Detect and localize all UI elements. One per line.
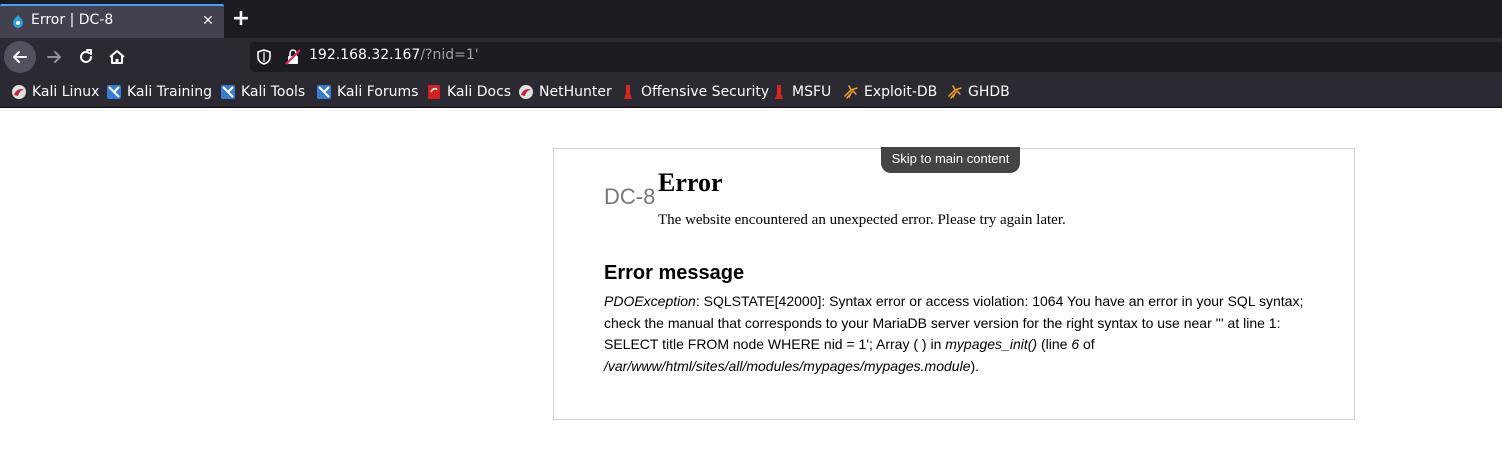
- error-file: /var/www/html/sites/all/modules/mypages/…: [604, 358, 971, 375]
- page-title: Error: [658, 168, 723, 197]
- bookmark-ghdb[interactable]: GHDB: [947, 83, 1010, 101]
- error-suffix: ).: [970, 358, 980, 375]
- bookmark-label: Exploit-DB: [864, 84, 938, 100]
- error-message-heading: Error message: [604, 262, 745, 284]
- home-icon: [109, 50, 125, 64]
- bookmark-kali-forums[interactable]: Kali Forums: [316, 83, 418, 101]
- back-button[interactable]: [4, 41, 36, 73]
- exception-name: PDOException: [604, 293, 696, 309]
- error-line: 6: [1071, 336, 1080, 353]
- url-text[interactable]: 192.168.32.167/?nid=1': [309, 47, 479, 63]
- offsec-icon: [624, 85, 632, 99]
- line-prefix: (line: [1037, 336, 1072, 353]
- close-tab-icon[interactable]: ✕: [199, 12, 217, 30]
- bookmark-kali-training[interactable]: Kali Training: [106, 83, 212, 101]
- tab-active[interactable]: Error | DC-8 ✕: [0, 4, 224, 38]
- kali-dragon-icon: [12, 85, 26, 99]
- bookmark-offensive-security[interactable]: Offensive Security: [620, 83, 769, 101]
- bookmark-label: Offensive Security: [641, 84, 770, 100]
- tab-title: Error | DC-8: [31, 12, 114, 28]
- kali-training-icon: [107, 85, 121, 99]
- bookmark-msfu[interactable]: MSFU: [771, 83, 831, 101]
- bookmark-label: NetHunter: [539, 84, 612, 100]
- reload-icon: [80, 49, 92, 63]
- bookmark-exploit-db[interactable]: Exploit-DB: [843, 83, 937, 101]
- insecure-lock-icon[interactable]: [285, 48, 301, 66]
- bookmark-kali-linux[interactable]: Kali Linux: [11, 83, 99, 101]
- bookmark-kali-tools[interactable]: Kali Tools: [220, 83, 305, 101]
- kali-forums-icon: [317, 85, 331, 99]
- msfu-icon: [775, 85, 783, 99]
- bookmark-label: GHDB: [968, 84, 1010, 100]
- home-button[interactable]: [101, 41, 133, 73]
- bookmark-label: Kali Forums: [337, 84, 419, 100]
- url-path: /?nid=1': [420, 47, 479, 63]
- kali-tools-icon: [221, 85, 235, 99]
- tracking-protection-shield-icon[interactable]: [256, 48, 272, 66]
- reload-button[interactable]: [70, 41, 102, 73]
- bookmark-label: Kali Linux: [32, 84, 100, 100]
- forward-arrow-icon: [47, 51, 61, 63]
- of-text: of: [1079, 336, 1095, 353]
- bookmark-label: Kali Tools: [241, 84, 306, 100]
- bookmark-label: Kali Training: [127, 84, 212, 100]
- kali-docs-icon: [428, 85, 440, 99]
- forward-button[interactable]: [38, 41, 70, 73]
- back-arrow-icon: [13, 51, 27, 63]
- drupal-favicon-icon: [13, 15, 23, 28]
- bookmark-nethunter[interactable]: NetHunter: [518, 83, 612, 101]
- error-description: The website encountered an unexpected er…: [658, 212, 1066, 228]
- site-name[interactable]: DC-8: [604, 184, 655, 210]
- ghdb-icon: [948, 85, 962, 99]
- exploit-db-icon: [844, 85, 858, 99]
- bookmark-label: MSFU: [792, 84, 832, 100]
- url-host: 192.168.32.167: [309, 47, 421, 63]
- new-tab-icon[interactable]: +: [229, 7, 253, 31]
- skip-to-main-content-link[interactable]: Skip to main content: [881, 147, 1020, 173]
- bookmark-label: Kali Docs: [447, 84, 512, 100]
- bookmarks-toolbar: Kali Linux Kali Training Kali Tools Kali…: [0, 76, 1502, 108]
- bookmark-kali-docs[interactable]: Kali Docs: [426, 83, 511, 101]
- error-message-body: PDOException: SQLSTATE[42000]: Syntax er…: [604, 291, 1304, 378]
- nethunter-icon: [519, 85, 533, 99]
- tab-strip: Error | DC-8 ✕ +: [0, 0, 1502, 38]
- error-function: mypages_init(): [945, 336, 1038, 353]
